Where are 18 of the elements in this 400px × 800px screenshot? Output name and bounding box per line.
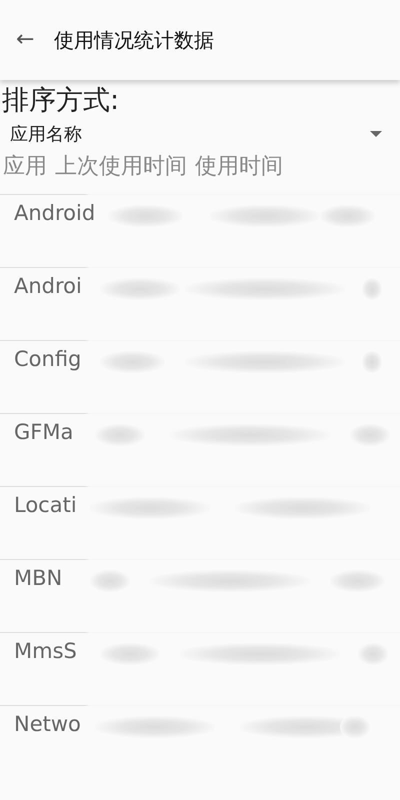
sort-dropdown[interactable]: 应用名称 (10, 118, 382, 150)
blurred-text (362, 278, 382, 300)
app-name: Netwo (14, 712, 81, 736)
blurred-text (362, 351, 382, 373)
app-name: MBN (14, 566, 62, 590)
app-name: MmsS (14, 639, 77, 663)
app-name: Androi (14, 274, 82, 298)
sort-label: 排序方式: (2, 84, 120, 118)
app-name: Android (14, 201, 96, 225)
dropdown-caret-icon (370, 131, 382, 137)
app-name: GFMa (14, 420, 74, 444)
column-header: 使用时间 (195, 153, 283, 181)
back-icon[interactable]: ← (16, 29, 40, 51)
column-header: 上次使用时间 (55, 153, 187, 181)
window-title: 使用情况统计数据 (54, 26, 214, 54)
column-header: 应用 (3, 153, 47, 181)
app-name: Locati (14, 493, 77, 517)
app-name: Config (14, 347, 82, 371)
